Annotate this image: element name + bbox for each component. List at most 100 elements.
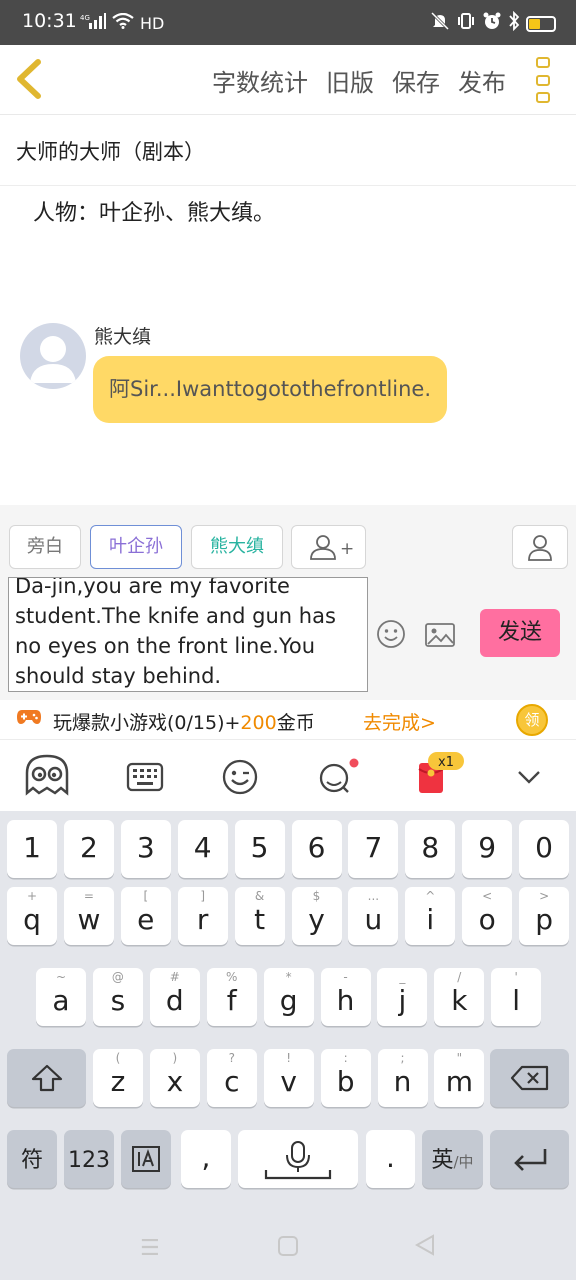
key-y[interactable]: $ y bbox=[291, 887, 342, 945]
save-button[interactable]: 保存 bbox=[392, 63, 440, 98]
comma-key[interactable]: , bbox=[181, 1130, 231, 1188]
person-icon bbox=[528, 535, 552, 561]
enter-key[interactable] bbox=[490, 1130, 569, 1188]
key-f[interactable]: % f bbox=[206, 968, 257, 1026]
more-menu-button[interactable] bbox=[536, 57, 554, 103]
role-narration-button[interactable]: 旁白 bbox=[9, 525, 81, 569]
publish-button[interactable]: 发布 bbox=[458, 63, 506, 98]
promo-text-suffix: 金币 bbox=[276, 712, 315, 734]
key-4[interactable]: 4 bbox=[177, 820, 228, 878]
key-5[interactable]: 5 bbox=[234, 820, 285, 878]
key-i[interactable]: ^ i bbox=[405, 887, 456, 945]
menu-nav-icon[interactable]: ☰ bbox=[140, 1236, 160, 1261]
key-7[interactable]: 7 bbox=[348, 820, 399, 878]
key-s[interactable]: @ s bbox=[92, 968, 143, 1026]
key-label: 3 bbox=[136, 831, 155, 864]
key-6[interactable]: 6 bbox=[291, 820, 342, 878]
key-label: y bbox=[308, 903, 325, 936]
key-e[interactable]: [e bbox=[120, 887, 171, 945]
wink-emoji-icon bbox=[222, 759, 258, 795]
key-8[interactable]: 8 bbox=[405, 820, 456, 878]
key-d[interactable]: # d bbox=[149, 968, 200, 1026]
avatar[interactable] bbox=[20, 323, 86, 389]
shift-key[interactable] bbox=[7, 1049, 86, 1107]
user-role-button[interactable] bbox=[512, 525, 568, 569]
key-label: 9 bbox=[478, 831, 497, 864]
key-label: p bbox=[535, 903, 553, 936]
key-p[interactable]: > p bbox=[519, 887, 570, 945]
keyboard-search-button[interactable] bbox=[316, 757, 359, 797]
key-g[interactable]: * g bbox=[263, 968, 314, 1026]
key-secondary-label: - bbox=[343, 970, 348, 984]
key-3[interactable]: 3 bbox=[120, 820, 171, 878]
characters-line[interactable]: 人物：叶企孙、熊大缜。 bbox=[33, 195, 275, 227]
key-secondary-label: _ bbox=[399, 970, 406, 984]
promo-complete-link[interactable]: 去完成> bbox=[363, 708, 436, 735]
period-key[interactable]: . bbox=[366, 1130, 415, 1188]
message-sender: 熊大缜 bbox=[94, 326, 152, 348]
keyboard-toolbar: x1 bbox=[0, 741, 576, 811]
back-button[interactable] bbox=[12, 57, 52, 101]
key-l[interactable]: ' l bbox=[491, 968, 542, 1026]
key-label: t bbox=[254, 903, 266, 936]
key-b[interactable]: :b bbox=[320, 1049, 371, 1107]
key-v[interactable]: ! v bbox=[263, 1049, 314, 1107]
numbers-key[interactable]: 123 bbox=[64, 1130, 114, 1188]
key-t[interactable]: & t bbox=[234, 887, 285, 945]
dialogue-input[interactable]: Da-jin,you are my favorite student.The k… bbox=[8, 577, 368, 692]
collapse-keyboard-button[interactable] bbox=[511, 757, 551, 797]
add-person-icon: + bbox=[309, 535, 354, 560]
word-count-button[interactable]: 字数统计 bbox=[212, 63, 308, 98]
key-0[interactable]: 0 bbox=[519, 820, 570, 878]
image-icon bbox=[425, 623, 455, 647]
key-9[interactable]: 9 bbox=[462, 820, 513, 878]
svg-text:+: + bbox=[340, 539, 353, 559]
home-nav-icon[interactable] bbox=[277, 1233, 299, 1263]
key-o[interactable]: < o bbox=[462, 887, 513, 945]
promo-text: 玩爆款小游戏(0/15)+ bbox=[53, 712, 241, 734]
promo-banner[interactable]: 玩爆款小游戏(0/15)+200金币 去完成> 领 bbox=[0, 700, 576, 740]
send-button[interactable]: 发送 bbox=[480, 609, 560, 657]
old-version-button[interactable]: 旧版 bbox=[326, 63, 374, 98]
back-nav-icon[interactable] bbox=[413, 1233, 437, 1263]
header-actions: 字数统计 旧版 保存 发布 bbox=[212, 63, 506, 98]
keyboard-emoji-button[interactable] bbox=[220, 757, 260, 797]
keyboard-switch-button[interactable] bbox=[125, 757, 165, 797]
key-z[interactable]: (z bbox=[93, 1049, 143, 1107]
key-c[interactable]: ? c bbox=[206, 1049, 257, 1107]
key-r[interactable]: ] r bbox=[177, 887, 228, 945]
key-q[interactable]: + q bbox=[7, 887, 57, 945]
key-a[interactable]: ~ a bbox=[36, 968, 86, 1026]
microphone-icon bbox=[264, 1141, 332, 1180]
key-h[interactable]: -h bbox=[320, 968, 371, 1026]
symbol-key[interactable]: 符 bbox=[7, 1130, 57, 1188]
message-bubble[interactable]: 阿Sir...Iwanttogotothefrontline. bbox=[93, 356, 448, 423]
claim-coin-button[interactable]: 领 bbox=[516, 704, 548, 736]
red-packet-button[interactable]: x1 bbox=[414, 751, 470, 801]
input-mode-key[interactable] bbox=[121, 1130, 171, 1188]
role-ye-button[interactable]: 叶企孙 bbox=[90, 525, 182, 569]
backspace-key[interactable] bbox=[490, 1049, 569, 1107]
search-icon bbox=[319, 758, 359, 793]
key-secondary-label: ... bbox=[367, 889, 380, 903]
emoji-button[interactable] bbox=[376, 619, 406, 649]
key-1[interactable]: 1 bbox=[7, 820, 57, 878]
key-j[interactable]: _ j bbox=[377, 968, 428, 1026]
key-n[interactable]: ; n bbox=[377, 1049, 428, 1107]
key-label: a bbox=[52, 984, 70, 1017]
key-m[interactable]: " m bbox=[434, 1049, 485, 1107]
key-2[interactable]: 2 bbox=[63, 820, 114, 878]
key-u[interactable]: ... u bbox=[348, 887, 399, 945]
key-w[interactable]: = w bbox=[63, 887, 114, 945]
key-x[interactable]: ) x bbox=[149, 1049, 200, 1107]
language-switch-key[interactable]: 英/中 bbox=[422, 1130, 483, 1188]
keyboard-mascot-button[interactable] bbox=[23, 753, 71, 796]
add-role-button[interactable]: + bbox=[291, 525, 366, 569]
key-label: g bbox=[279, 984, 298, 1017]
insert-image-button[interactable] bbox=[425, 622, 455, 648]
key-k[interactable]: / k bbox=[434, 968, 485, 1026]
document-title[interactable]: 大师的大师（剧本） bbox=[0, 116, 576, 186]
default-avatar-icon bbox=[30, 336, 76, 383]
role-xiong-button[interactable]: 熊大缜 bbox=[191, 525, 283, 569]
space-voice-key[interactable] bbox=[238, 1130, 358, 1188]
